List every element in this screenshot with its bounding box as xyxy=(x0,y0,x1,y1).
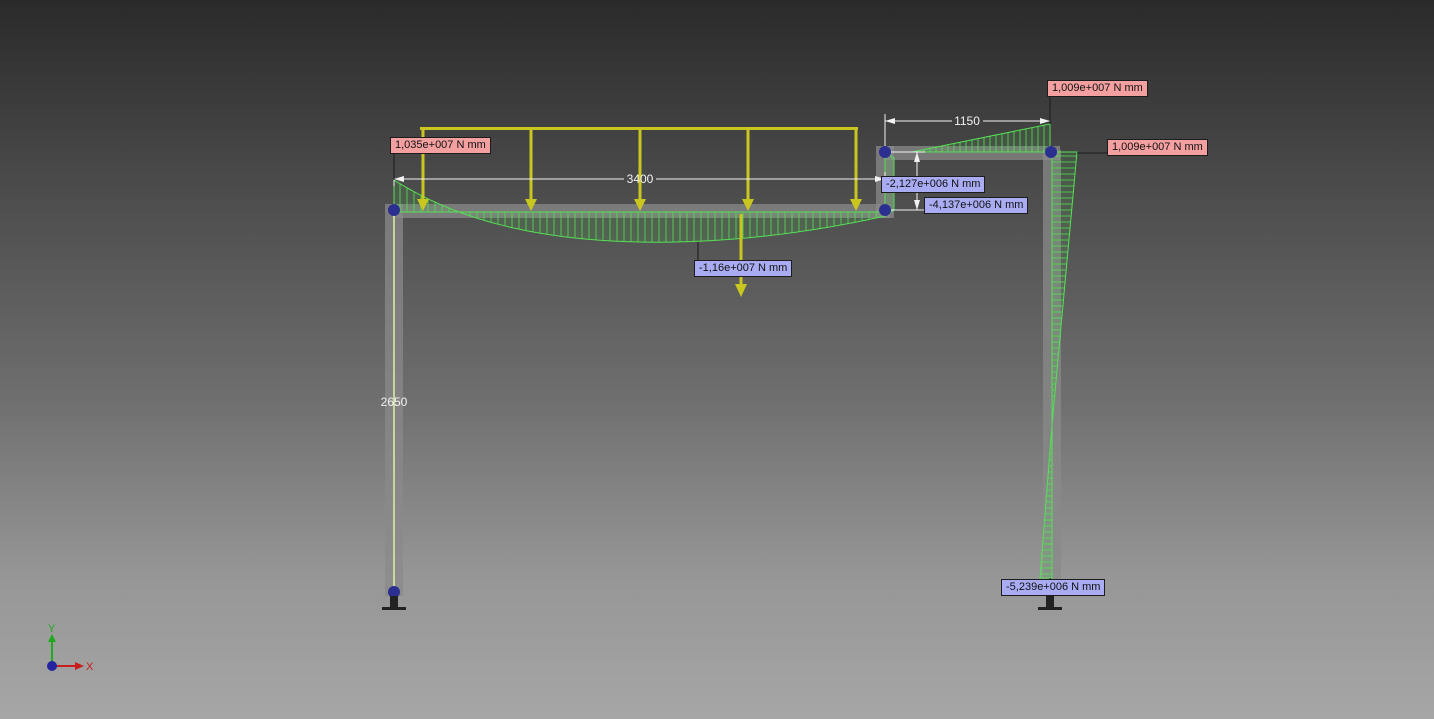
axis-triad: X Y xyxy=(47,623,94,673)
moment-label-beam-midspan[interactable]: -1,16e+007 N mm xyxy=(694,260,793,277)
label-leaders xyxy=(393,96,1108,580)
dim-beam-span-text: 3400 xyxy=(627,172,654,186)
y-axis-label: Y xyxy=(48,623,56,635)
dimension-beam-span[interactable]: 3400 xyxy=(393,172,886,186)
moment-label-right-column-base[interactable]: -5,239e+006 N mm xyxy=(1001,579,1106,596)
moment-label-step-upper[interactable]: -2,127e+006 N mm xyxy=(881,176,986,193)
dimension-column-height[interactable]: 2650 xyxy=(381,395,408,409)
supports xyxy=(382,596,1062,610)
upper-beam-moment-shape xyxy=(911,123,1051,153)
moment-label-right-column-top[interactable]: 1,009e+007 N mm xyxy=(1107,139,1208,156)
circle-node-icon[interactable] xyxy=(388,204,400,216)
load-bar[interactable] xyxy=(420,127,858,130)
x-axis-label: X xyxy=(86,661,94,673)
x-axis-arrow-icon xyxy=(75,662,84,670)
frame-diagram[interactable]: 3400 1150 2650 X Y xyxy=(0,0,1434,719)
circle-node-icon[interactable] xyxy=(879,146,891,158)
circle-node-icon[interactable] xyxy=(1045,146,1057,158)
origin-icon xyxy=(47,661,57,671)
fixed-support-icon[interactable] xyxy=(382,596,406,610)
down-arrow-icon xyxy=(735,284,747,297)
viewport-3d[interactable]: 3400 1150 2650 X Y 1,035e+007 N mm 1,009… xyxy=(0,0,1434,719)
dim-column-height-text: 2650 xyxy=(381,395,408,409)
dim-cantilever-span-text: 1150 xyxy=(954,114,980,128)
upper-beam-moment-diagram xyxy=(911,123,1051,153)
moment-label-step-lower[interactable]: -4,137e+006 N mm xyxy=(924,197,1029,214)
moment-label-left-support[interactable]: 1,035e+007 N mm xyxy=(390,137,491,154)
moment-label-top-right-beam[interactable]: 1,009e+007 N mm xyxy=(1047,80,1148,97)
fixed-support-icon[interactable] xyxy=(1038,596,1062,610)
moment-diagrams xyxy=(393,123,1078,592)
dim-arrow-icon xyxy=(1040,118,1050,124)
dim-arrow-icon xyxy=(914,200,920,210)
dim-arrow-icon xyxy=(885,118,895,124)
y-axis-arrow-icon xyxy=(48,634,56,642)
circle-node-icon[interactable] xyxy=(879,204,891,216)
